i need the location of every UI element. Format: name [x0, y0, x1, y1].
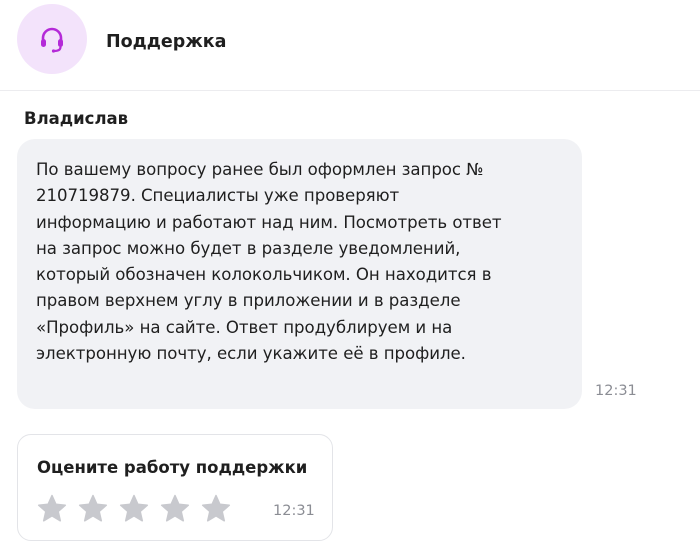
- message-text: По вашему вопросу ранее был оформлен зап…: [36, 157, 570, 367]
- chat-title: Поддержка: [106, 32, 227, 52]
- rating-timestamp: 12:31: [273, 503, 315, 519]
- message-line: который обозначен колокольчиком. Он нахо…: [36, 265, 492, 285]
- headset-icon: [41, 27, 63, 53]
- message-line: 210719879. Специалисты уже проверяют: [36, 186, 400, 206]
- rating-card: Оцените работу поддержки 12:31: [17, 434, 333, 541]
- message-line: информацию и работают над ним. Посмотрет…: [36, 212, 502, 232]
- message-line: По вашему вопросу ранее был оформлен зап…: [36, 160, 484, 179]
- message-timestamp: 12:31: [595, 383, 637, 399]
- star-icon-1[interactable]: [36, 493, 68, 525]
- message-line: правом верхнем углу в приложении и в раз…: [36, 291, 461, 311]
- star-icon-4[interactable]: [159, 493, 191, 525]
- star-icon-3[interactable]: [118, 493, 150, 525]
- rating-title: Оцените работу поддержки: [37, 458, 308, 477]
- message-line: на запрос можно будет в разделе уведомле…: [36, 238, 461, 258]
- star-icon-2[interactable]: [77, 493, 109, 525]
- chat-header: Поддержка: [0, 0, 700, 91]
- message-line: электронную почту, если укажите её в про…: [36, 344, 466, 364]
- support-avatar: [17, 4, 87, 74]
- message-bubble: По вашему вопросу ранее был оформлен зап…: [17, 139, 582, 409]
- message-line: «Профиль» на сайте. Ответ продублируем и…: [36, 317, 453, 337]
- sender-name: Владислав: [24, 109, 129, 128]
- star-icon-5[interactable]: [200, 493, 232, 525]
